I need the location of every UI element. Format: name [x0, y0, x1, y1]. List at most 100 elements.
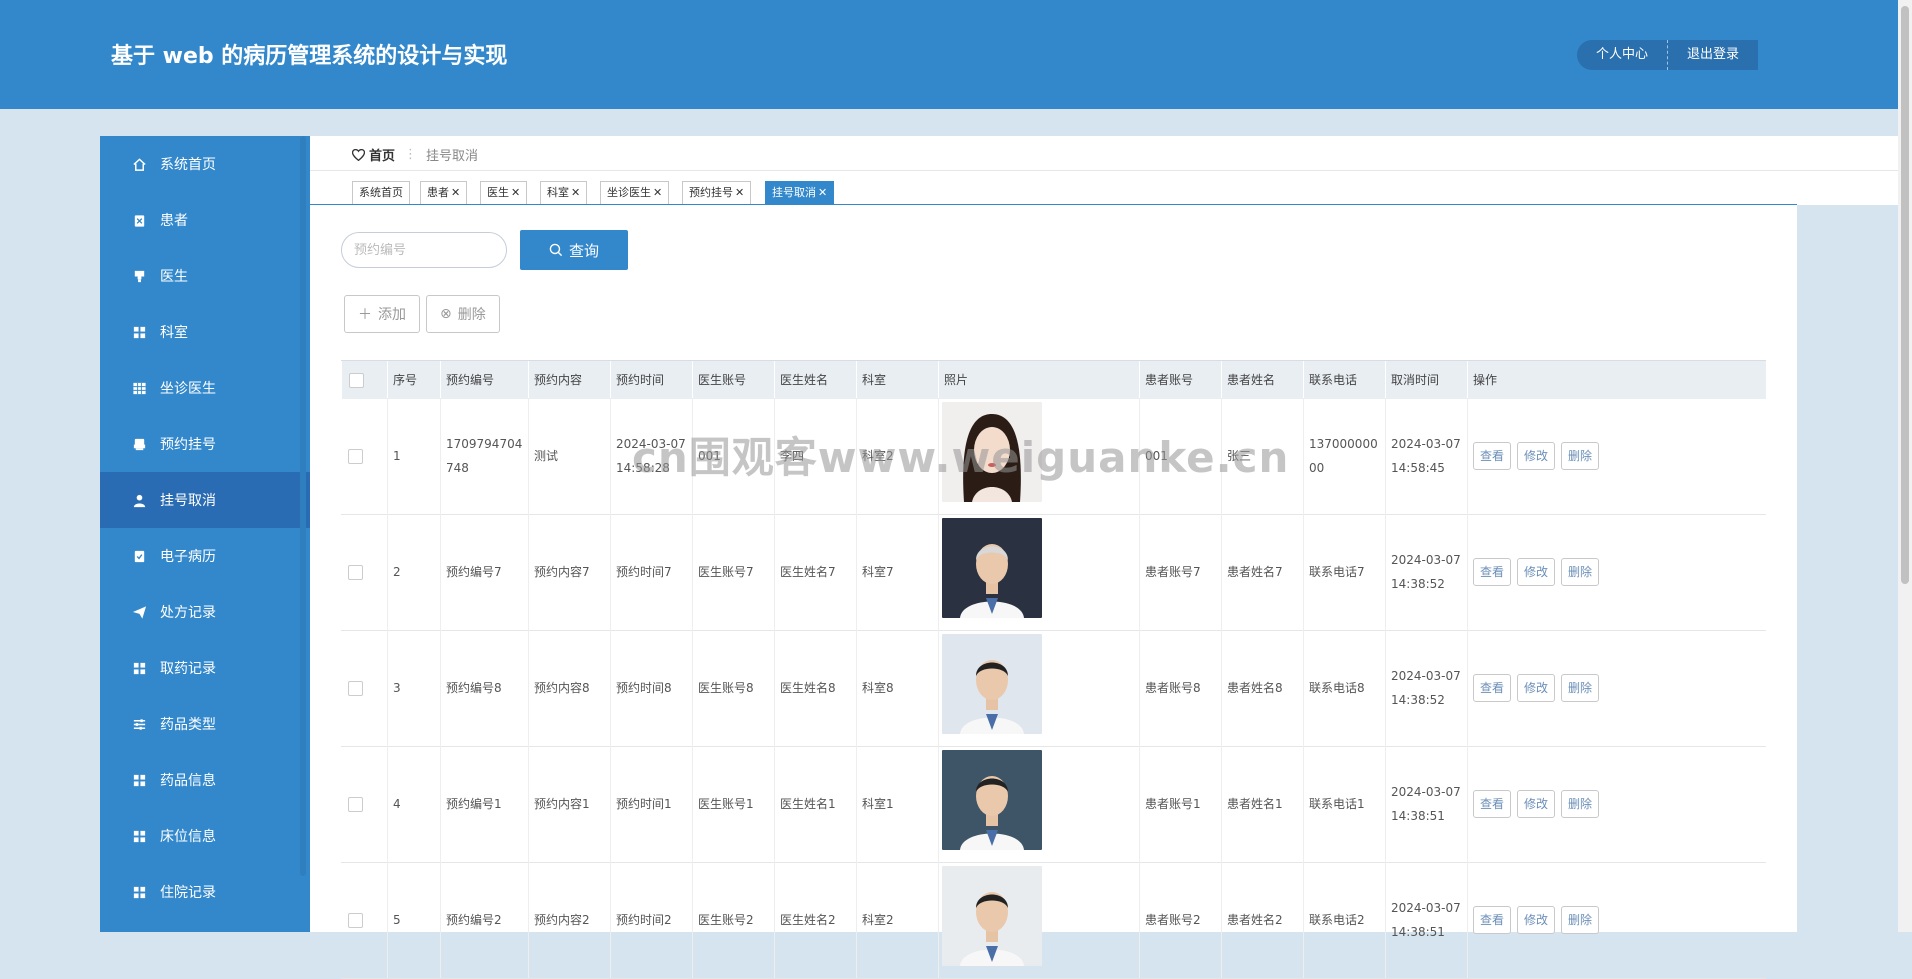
tab-item[interactable]: 科室 ✕ — [540, 181, 588, 205]
edit-button[interactable]: 修改 — [1517, 442, 1556, 470]
cell-time: 2024-03-07 14:58:28 — [610, 398, 692, 514]
tab-label: 系统首页 — [359, 186, 403, 199]
sidebar: 住院记录 床位信息 药品信息 药品类型 取药记录 处方记录 电子病历 挂号取消 预约挂号 坐诊医生… — [100, 136, 310, 932]
logout-button[interactable]: 退出登录 — [1668, 40, 1759, 70]
app-title: 基于 web 的病历管理系统的设计与实现 — [111, 44, 508, 69]
view-button[interactable]: 查看 — [1473, 790, 1512, 818]
sidebar-item[interactable]: 药品类型 — [100, 696, 310, 752]
photo-cell — [938, 746, 1139, 862]
home-icon — [131, 156, 147, 172]
sidebar-item[interactable]: 系统首页 — [100, 136, 310, 192]
tab-item[interactable]: 挂号取消 ✕ — [765, 181, 835, 205]
cell-no: 1 — [387, 398, 440, 514]
cell-cancel-time: 2024-03-07 14:38:51 — [1385, 862, 1467, 978]
cell-pat-acct: 患者账号7 — [1139, 514, 1221, 630]
tabbar-bottom-divider — [310, 204, 1797, 205]
row-checkbox[interactable] — [348, 680, 363, 696]
sidebar-item[interactable]: 挂号取消 — [100, 472, 310, 528]
sidebar-item-label: 患者 — [160, 213, 188, 229]
column-header: 序号 — [387, 361, 440, 399]
doctor-photo[interactable] — [942, 866, 1042, 974]
breadcrumb-home[interactable]: 首页 — [369, 145, 395, 164]
sidebar-item[interactable]: 预约挂号 — [100, 416, 310, 472]
cell-no: 5 — [387, 862, 440, 978]
cell-doc-acct: 医生账号8 — [692, 630, 774, 746]
tab-label: 医生 — [487, 186, 509, 199]
sidebar-scrollbar[interactable] — [300, 136, 306, 876]
doctor-photo[interactable] — [942, 750, 1042, 858]
sidebar-item[interactable]: 患者 — [100, 192, 310, 248]
sidebar-item[interactable]: 床位信息 — [100, 808, 310, 864]
add-button[interactable]: ＋ 添加 — [344, 295, 420, 333]
sidebar-item-label: 系统首页 — [160, 157, 216, 173]
sidebar-item-label: 预约挂号 — [160, 437, 216, 453]
sidebar-item[interactable]: 电子病历 — [100, 528, 310, 584]
sidebar-item[interactable]: 处方记录 — [100, 584, 310, 640]
close-icon[interactable]: ✕ — [735, 186, 744, 199]
tab-item[interactable]: 患者 ✕ — [420, 181, 468, 205]
sidebar-item[interactable]: 医生 — [100, 248, 310, 304]
doctor-photo[interactable] — [942, 518, 1042, 626]
delete-row-button[interactable]: 删除 — [1561, 674, 1600, 702]
close-icon[interactable]: ✕ — [511, 186, 520, 199]
booking-no-search-input[interactable] — [341, 232, 507, 268]
row-checkbox[interactable] — [348, 912, 363, 928]
sidebar-item[interactable]: 取药记录 — [100, 640, 310, 696]
sidebar-item[interactable]: 住院记录 — [100, 864, 310, 920]
table-row: 1 1709794704748 测试 2024-03-07 14:58:28 001 李四… — [341, 398, 1766, 515]
photo-cell — [938, 514, 1139, 630]
view-button[interactable]: 查看 — [1473, 442, 1512, 470]
edit-button[interactable]: 修改 — [1517, 790, 1556, 818]
table-row: 3 预约编号8 预约内容8 预约时间8 医生账号8 医生姓名8 科室8 患者账号8 患者姓名8 联… — [341, 630, 1766, 747]
select-all-header[interactable] — [341, 361, 387, 399]
view-button[interactable]: 查看 — [1473, 558, 1512, 586]
sidebar-item[interactable]: 坐诊医生 — [100, 360, 310, 416]
column-header: 医生账号 — [692, 361, 774, 399]
sliders-icon — [131, 716, 147, 732]
page-scrollbar[interactable] — [1898, 0, 1912, 932]
cell-dept: 科室7 — [856, 514, 938, 630]
cell-content: 预约内容2 — [528, 862, 610, 978]
delete-button[interactable]: ⊗ 删除 — [426, 295, 500, 333]
edit-button[interactable]: 修改 — [1517, 558, 1556, 586]
column-header: 预约编号 — [440, 361, 528, 399]
view-button[interactable]: 查看 — [1473, 906, 1512, 934]
select-all-checkbox[interactable] — [349, 372, 364, 388]
close-icon[interactable]: ✕ — [571, 186, 580, 199]
sidebar-item[interactable]: 科室 — [100, 304, 310, 360]
row-checkbox[interactable] — [348, 796, 363, 812]
close-icon[interactable]: ✕ — [818, 186, 827, 199]
close-icon[interactable]: ✕ — [451, 186, 460, 199]
edit-button[interactable]: 修改 — [1517, 674, 1556, 702]
doctor-photo[interactable] — [942, 634, 1042, 742]
tab-item[interactable]: 预约挂号 ✕ — [682, 181, 752, 205]
column-header: 科室 — [856, 361, 938, 399]
page-scrollbar-thumb[interactable] — [1901, 6, 1909, 584]
row-checkbox[interactable] — [348, 564, 363, 580]
breadcrumb-current: 挂号取消 — [426, 149, 479, 164]
sidebar-item[interactable]: 药品信息 — [100, 752, 310, 808]
close-circle-icon: ⊗ — [440, 306, 452, 322]
edit-button[interactable]: 修改 — [1517, 906, 1556, 934]
close-icon[interactable]: ✕ — [653, 186, 662, 199]
grid-icon — [131, 324, 147, 340]
tab-item[interactable]: 系统首页 — [352, 181, 410, 205]
cell-time: 预约时间8 — [610, 630, 692, 746]
row-checkbox[interactable] — [348, 448, 363, 464]
delete-row-button[interactable]: 删除 — [1561, 558, 1600, 586]
profile-button[interactable]: 个人中心 — [1577, 40, 1669, 70]
table-row: 5 预约编号2 预约内容2 预约时间2 医生账号2 医生姓名2 科室2 患者账号2 患者姓名2 联… — [341, 862, 1766, 979]
clipboard-icon — [131, 212, 147, 228]
tab-item[interactable]: 坐诊医生 ✕ — [600, 181, 670, 205]
doctor-photo[interactable] — [942, 402, 1042, 510]
delete-row-button[interactable]: 删除 — [1561, 906, 1600, 934]
column-header: 联系电话 — [1303, 361, 1385, 399]
view-button[interactable]: 查看 — [1473, 674, 1512, 702]
tab-item[interactable]: 医生 ✕ — [480, 181, 528, 205]
delete-row-button[interactable]: 删除 — [1561, 442, 1600, 470]
user-icon — [131, 492, 147, 508]
cell-time: 预约时间2 — [610, 862, 692, 978]
send-icon — [131, 604, 147, 620]
delete-row-button[interactable]: 删除 — [1561, 790, 1600, 818]
search-button[interactable]: 查询 — [520, 230, 628, 270]
